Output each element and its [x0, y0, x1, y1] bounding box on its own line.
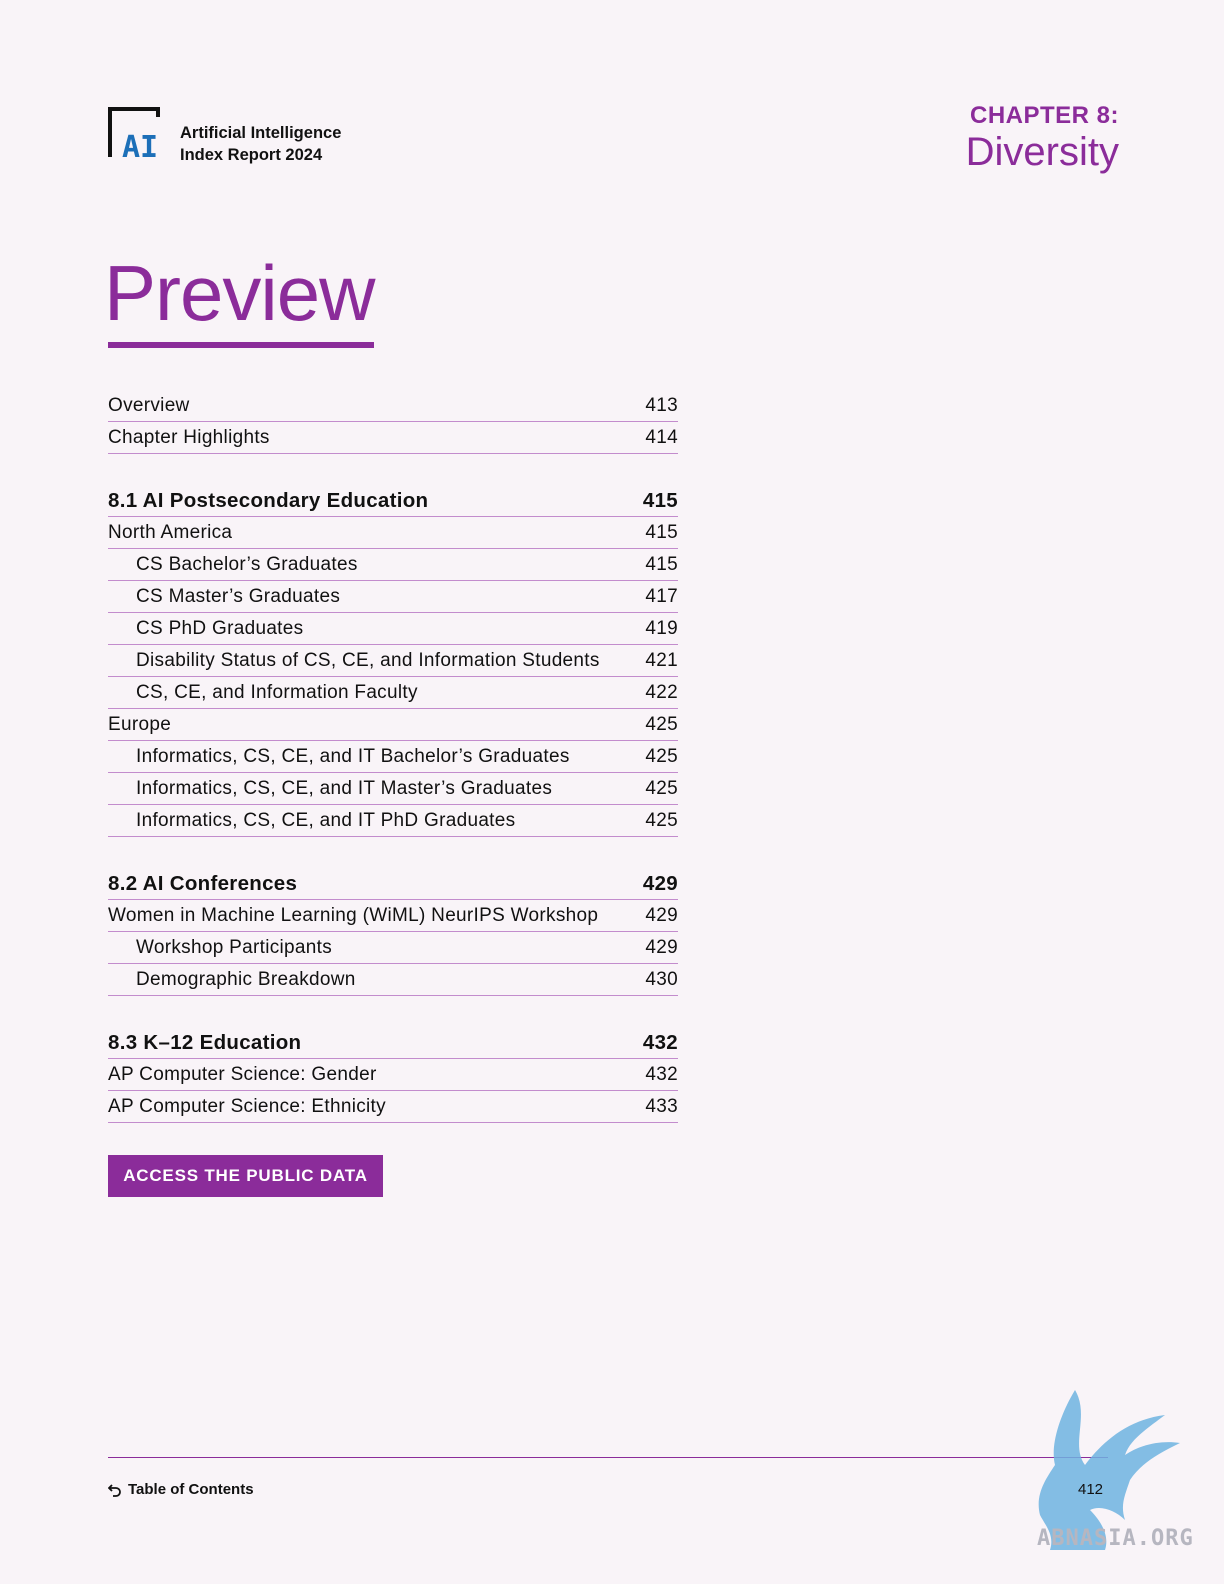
toc-entry[interactable]: Demographic Breakdown 430 — [108, 964, 678, 996]
chapter-heading: CHAPTER 8: Diversity — [966, 101, 1119, 173]
toc-entry-label: Informatics, CS, CE, and IT Bachelor’s G… — [136, 745, 570, 767]
toc-entry-label: Demographic Breakdown — [136, 968, 356, 990]
toc-entry[interactable]: Informatics, CS, CE, and IT PhD Graduate… — [108, 805, 678, 837]
toc-entry-label: Europe — [108, 713, 172, 735]
report-title-line1: Artificial Intelligence — [180, 124, 342, 142]
toc-entry[interactable]: Chapter Highlights 414 — [108, 422, 678, 454]
toc-entry-page: 429 — [645, 904, 678, 926]
chapter-name: Diversity — [965, 130, 1119, 174]
page-number: 412 — [1078, 1481, 1104, 1498]
report-title: Artificial Intelligence Index Report 202… — [180, 122, 341, 166]
toc-entry-label: North America — [108, 521, 233, 543]
report-title-line2: Index Report 2024 — [180, 146, 323, 164]
toc-spacer — [108, 454, 678, 485]
return-arrow-icon — [108, 1483, 121, 1497]
toc-entry-label: CS Master’s Graduates — [136, 585, 341, 607]
logo-lettering: AI — [122, 130, 158, 161]
toc-entry-label: CS, CE, and Information Faculty — [136, 681, 418, 703]
toc-entry-page: 433 — [645, 1095, 678, 1117]
toc-entry-page: 430 — [645, 968, 678, 990]
toc-entry-page: 414 — [645, 426, 678, 448]
table-of-contents-link-label: Table of Contents — [128, 1481, 254, 1498]
table-of-contents: Overview 413 Chapter Highlights 414 8.1 AI P… — [108, 390, 678, 1123]
toc-entry-label: Informatics, CS, CE, and IT Master’s Gra… — [136, 777, 553, 799]
toc-entry[interactable]: Disability Status of CS, CE, and Informa… — [108, 645, 678, 677]
toc-entry-label: CS Bachelor’s Graduates — [136, 553, 358, 575]
toc-entry[interactable]: CS Master’s Graduates 417 — [108, 581, 678, 613]
toc-entry-page: 429 — [645, 936, 678, 958]
toc-entry-page: 413 — [645, 394, 678, 416]
toc-entry-page: 417 — [645, 585, 678, 607]
footer-divider — [108, 1457, 1108, 1458]
toc-entry-label: Overview — [108, 394, 190, 416]
toc-entry-label: Chapter Highlights — [108, 426, 270, 448]
toc-entry-page: 425 — [645, 809, 678, 831]
watermark-text: ABNASIA.ORG — [1037, 1526, 1194, 1551]
toc-entry-page: 429 — [642, 871, 678, 895]
toc-section-heading[interactable]: 8.1 AI Postsecondary Education 415 — [108, 485, 678, 517]
toc-entry-label: Women in Machine Learning (WiML) NeurIPS… — [108, 904, 599, 926]
toc-entry-page: 432 — [642, 1030, 678, 1054]
toc-entry[interactable]: Women in Machine Learning (WiML) NeurIPS… — [108, 900, 678, 932]
toc-entry-page: 425 — [645, 713, 678, 735]
access-public-data-button[interactable]: ACCESS THE PUBLIC DATA — [108, 1155, 383, 1197]
page-title: Preview — [104, 249, 375, 337]
toc-entry-page: 415 — [642, 488, 678, 512]
title-underline — [108, 342, 374, 348]
toc-entry-page: 415 — [645, 521, 678, 543]
toc-entry[interactable]: CS, CE, and Information Faculty 422 — [108, 677, 678, 709]
toc-entry[interactable]: Informatics, CS, CE, and IT Bachelor’s G… — [108, 741, 678, 773]
toc-entry-label: Workshop Participants — [136, 936, 333, 958]
toc-entry-page: 432 — [645, 1063, 678, 1085]
toc-entry-page: 425 — [645, 745, 678, 767]
toc-entry[interactable]: North America 415 — [108, 517, 678, 549]
toc-entry-label: 8.3 K–12 Education — [108, 1030, 302, 1054]
toc-entry-page: 422 — [645, 681, 678, 703]
toc-entry[interactable]: CS PhD Graduates 419 — [108, 613, 678, 645]
toc-section-heading[interactable]: 8.2 AI Conferences 429 — [108, 868, 678, 900]
toc-entry[interactable]: Overview 413 — [108, 390, 678, 422]
table-of-contents-link[interactable]: Table of Contents — [108, 1481, 254, 1498]
toc-entry-page: 419 — [645, 617, 678, 639]
toc-entry-label: Disability Status of CS, CE, and Informa… — [136, 649, 600, 671]
toc-section-heading[interactable]: 8.3 K–12 Education 432 — [108, 1027, 678, 1059]
toc-entry-page: 421 — [645, 649, 678, 671]
toc-entry-label: Informatics, CS, CE, and IT PhD Graduate… — [136, 809, 516, 831]
toc-entry[interactable]: Informatics, CS, CE, and IT Master’s Gra… — [108, 773, 678, 805]
toc-entry-label: CS PhD Graduates — [136, 617, 304, 639]
toc-entry-label: 8.1 AI Postsecondary Education — [108, 488, 429, 512]
toc-entry-label: AP Computer Science: Gender — [108, 1063, 377, 1085]
toc-entry[interactable]: AP Computer Science: Gender 432 — [108, 1059, 678, 1091]
toc-entry[interactable]: CS Bachelor’s Graduates 415 — [108, 549, 678, 581]
toc-entry[interactable]: Europe 425 — [108, 709, 678, 741]
toc-entry[interactable]: AP Computer Science: Ethnicity 433 — [108, 1091, 678, 1123]
ai-index-logo: AI — [108, 107, 160, 161]
toc-entry-page: 415 — [645, 553, 678, 575]
toc-spacer — [108, 996, 678, 1027]
toc-entry-label: 8.2 AI Conferences — [108, 871, 298, 895]
toc-spacer — [108, 837, 678, 868]
toc-entry[interactable]: Workshop Participants 429 — [108, 932, 678, 964]
toc-entry-page: 425 — [645, 777, 678, 799]
chapter-label: CHAPTER 8: — [969, 102, 1119, 129]
toc-entry-label: AP Computer Science: Ethnicity — [108, 1095, 386, 1117]
